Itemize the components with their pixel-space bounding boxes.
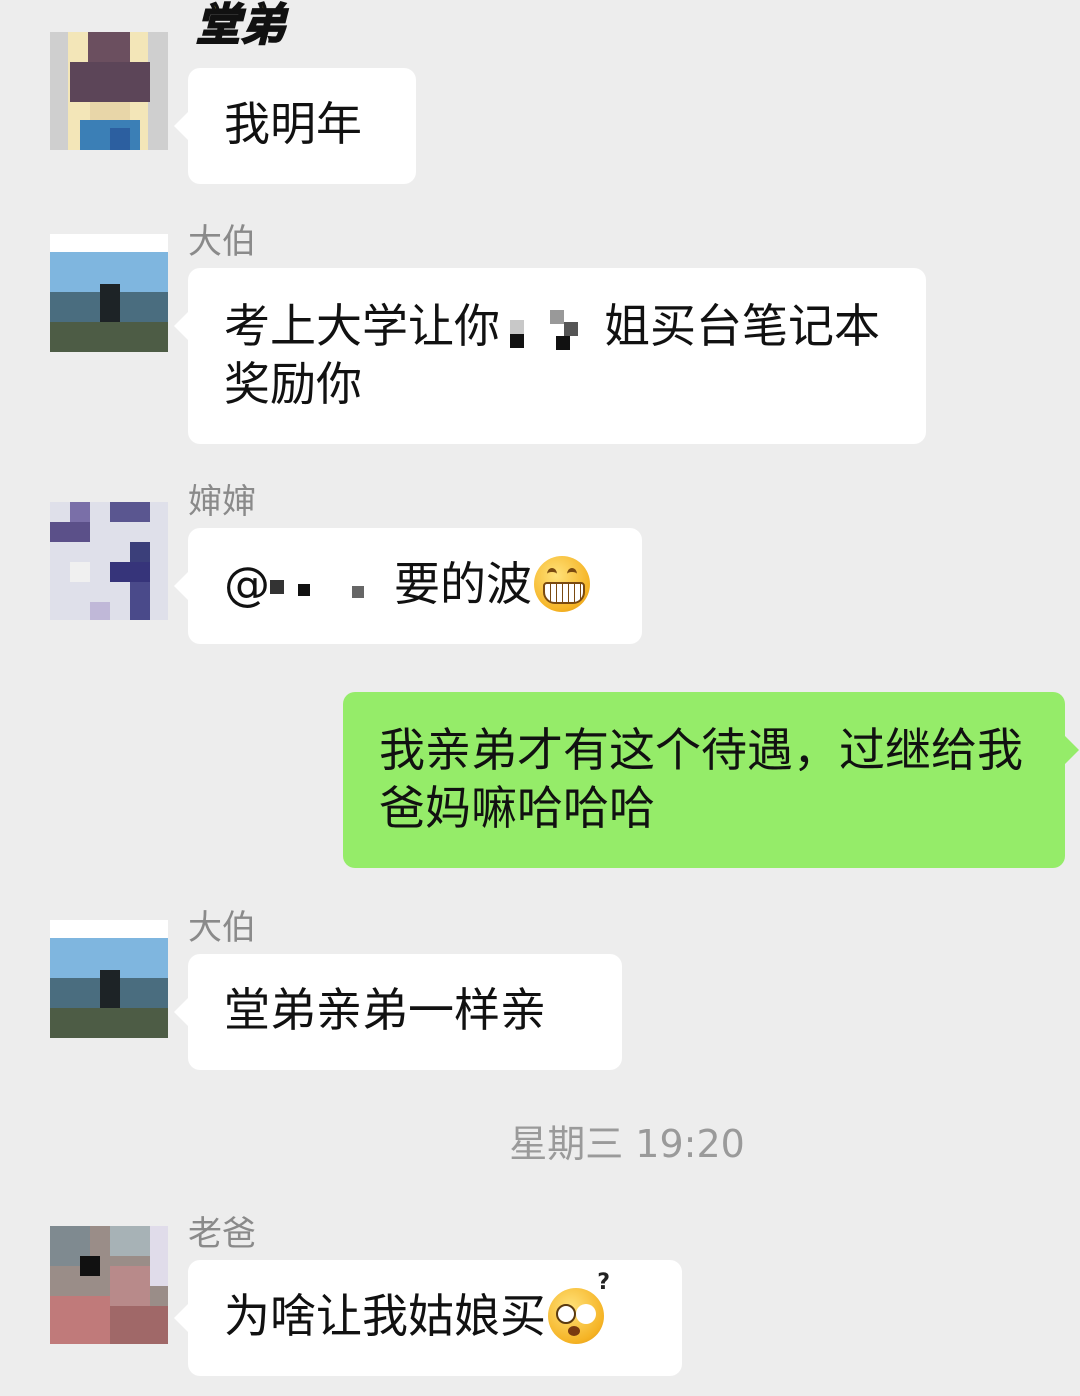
sender-name: 大伯 [188,222,256,262]
grinning-face-emoji [534,555,590,612]
chat-window: 堂弟 我明年 大伯 考上大学让你 姐买台笔记本奖励你 婶婶 @ 要的波 我亲弟才有这… [0,0,1080,1396]
message-text: 我亲弟才有这个待遇，过继给我爸妈嘛哈哈哈 [379,723,1023,835]
redacted-name-mosaic [500,309,604,350]
sender-name: 老爸 [188,1214,256,1254]
message-bubble[interactable]: @ 要的波 [174,528,642,644]
message-text: @ 要的波 [224,555,606,616]
sender-name: 大伯 [188,908,256,948]
message-text-part: 为啥让我姑娘买 [224,1289,546,1343]
confused-face-emoji: ? [548,1271,610,1344]
sender-name: 婶婶 [188,482,256,522]
message-bubble[interactable]: 我明年 [174,68,416,184]
avatar-dabo[interactable] [50,234,168,352]
mention-at[interactable]: @ [224,557,270,611]
message-bubble[interactable]: 为啥让我姑娘买? [174,1260,682,1376]
avatar-laoba[interactable] [50,1226,168,1344]
message-text: 考上大学让你 姐买台笔记本奖励你 [224,297,890,413]
avatar-dabo[interactable] [50,920,168,1038]
message-bubble-self[interactable]: 我亲弟才有这个待遇，过继给我爸妈嘛哈哈哈 [343,692,1079,868]
avatar-shenshen[interactable] [50,502,168,620]
timestamp: 星期三 19:20 [509,1122,745,1166]
message-text-part: 考上大学让你 [224,299,500,353]
message-text: 堂弟亲弟一样亲 [224,983,546,1037]
avatar-tangdi[interactable] [50,32,168,150]
sender-name: 堂弟 [195,0,286,51]
message-text: 为啥让我姑娘买? [224,1271,646,1348]
message-bubble[interactable]: 考上大学让你 姐买台笔记本奖励你 [174,268,926,444]
message-text: 我明年 [224,97,362,151]
message-bubble[interactable]: 堂弟亲弟一样亲 [174,954,622,1070]
message-text-part: 要的波 [394,557,532,611]
redacted-mention-mosaic [270,568,394,608]
